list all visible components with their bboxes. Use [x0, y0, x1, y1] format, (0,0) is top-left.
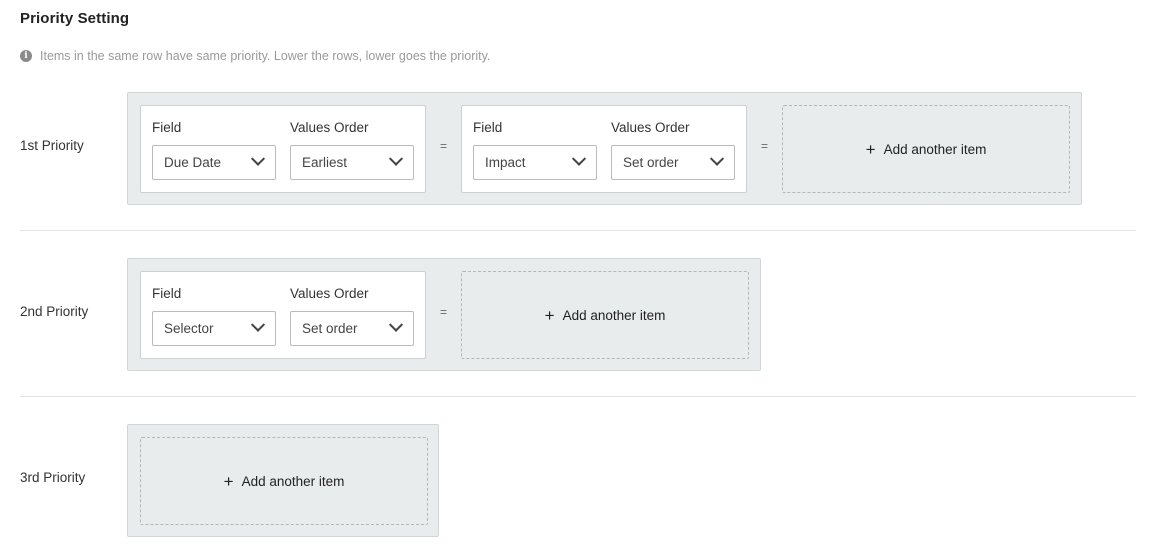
plus-icon: + [223, 471, 234, 491]
values-order-select-value: Set order [302, 321, 358, 336]
values-order-select-value: Earliest [302, 155, 348, 170]
add-item-label: Add another item [241, 473, 345, 489]
values-order-label: Values Order [611, 120, 690, 135]
field-label: Field [152, 120, 182, 135]
add-item-label: Add another item [883, 141, 987, 157]
values-order-select-value: Set order [623, 155, 679, 170]
field-select[interactable]: Impact [473, 145, 597, 180]
chevron-down-icon [250, 151, 266, 166]
values-order-select[interactable]: Set order [290, 311, 414, 346]
chevron-down-icon [388, 317, 404, 332]
chevron-down-icon [388, 151, 404, 166]
priority-group-2: Field Values Order Selector Set order = … [127, 258, 761, 371]
field-select-value: Due Date [164, 155, 222, 170]
page-title: Priority Setting [20, 10, 130, 27]
priority-hint: i Items in the same row have same priori… [20, 49, 490, 63]
priority-group-1: Field Values Order Due Date Earliest = F… [127, 92, 1082, 205]
row-divider [20, 396, 1136, 397]
equals-sign: = [440, 139, 448, 153]
field-select[interactable]: Selector [152, 311, 276, 346]
field-select[interactable]: Due Date [152, 145, 276, 180]
row-divider [20, 230, 1136, 231]
values-order-label: Values Order [290, 120, 369, 135]
field-select-value: Selector [164, 321, 214, 336]
equals-sign: = [440, 305, 448, 319]
priority-group-3: + Add another item [127, 424, 439, 537]
plus-icon: + [865, 139, 876, 159]
hint-text: Items in the same row have same priority… [40, 49, 491, 63]
add-item-button[interactable]: + Add another item [140, 437, 428, 525]
priority-item: Field Values Order Impact Set order [461, 105, 747, 193]
values-order-select[interactable]: Set order [611, 145, 735, 180]
chevron-down-icon [250, 317, 266, 332]
field-select-value: Impact [485, 155, 526, 170]
values-order-label: Values Order [290, 286, 369, 301]
row-label-2nd-priority: 2nd Priority [20, 304, 89, 319]
row-label-1st-priority: 1st Priority [20, 138, 84, 153]
values-order-select[interactable]: Earliest [290, 145, 414, 180]
field-label: Field [152, 286, 182, 301]
equals-sign: = [761, 139, 769, 153]
row-label-3rd-priority: 3rd Priority [20, 470, 86, 485]
chevron-down-icon [571, 151, 587, 166]
priority-item: Field Values Order Selector Set order [140, 271, 426, 359]
add-item-label: Add another item [562, 307, 666, 323]
add-item-button[interactable]: + Add another item [782, 105, 1070, 193]
info-icon: i [20, 50, 32, 62]
plus-icon: + [544, 305, 555, 325]
chevron-down-icon [709, 151, 725, 166]
add-item-button[interactable]: + Add another item [461, 271, 749, 359]
priority-item: Field Values Order Due Date Earliest [140, 105, 426, 193]
field-label: Field [473, 120, 503, 135]
